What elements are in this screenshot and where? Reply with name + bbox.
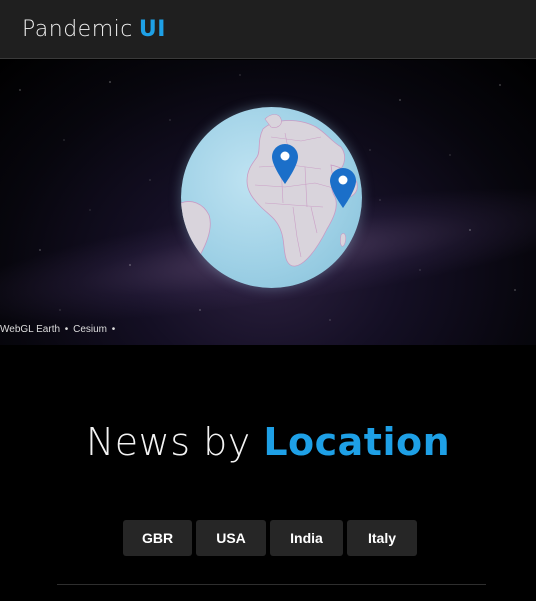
credit-webgl-earth[interactable]: WebGL Earth <box>0 324 60 335</box>
brand-name: Pandemic <box>22 16 133 42</box>
section-divider <box>57 584 486 585</box>
location-button-italy[interactable]: Italy <box>347 520 417 556</box>
location-button-usa[interactable]: USA <box>196 520 266 556</box>
page-title: News by Location <box>0 420 536 464</box>
globe-credits: WebGL Earth • Cesium • <box>0 324 117 335</box>
title-main: News by <box>85 420 251 464</box>
app-logo[interactable]: Pandemic UI <box>22 17 166 42</box>
bullet-separator: • <box>109 324 116 335</box>
globe-viewer[interactable] <box>0 60 536 345</box>
credit-cesium[interactable]: Cesium <box>73 324 107 335</box>
brand-accent: UI <box>138 16 166 42</box>
map-marker-icon[interactable] <box>330 168 356 208</box>
map-marker-icon[interactable] <box>272 144 298 184</box>
location-button-india[interactable]: India <box>270 520 343 556</box>
location-button-gbr[interactable]: GBR <box>123 520 192 556</box>
location-filter-buttons: GBR USA India Italy <box>123 520 417 556</box>
bullet-separator: • <box>62 324 72 335</box>
title-accent: Location <box>263 420 451 464</box>
top-navbar: Pandemic UI <box>0 0 536 59</box>
